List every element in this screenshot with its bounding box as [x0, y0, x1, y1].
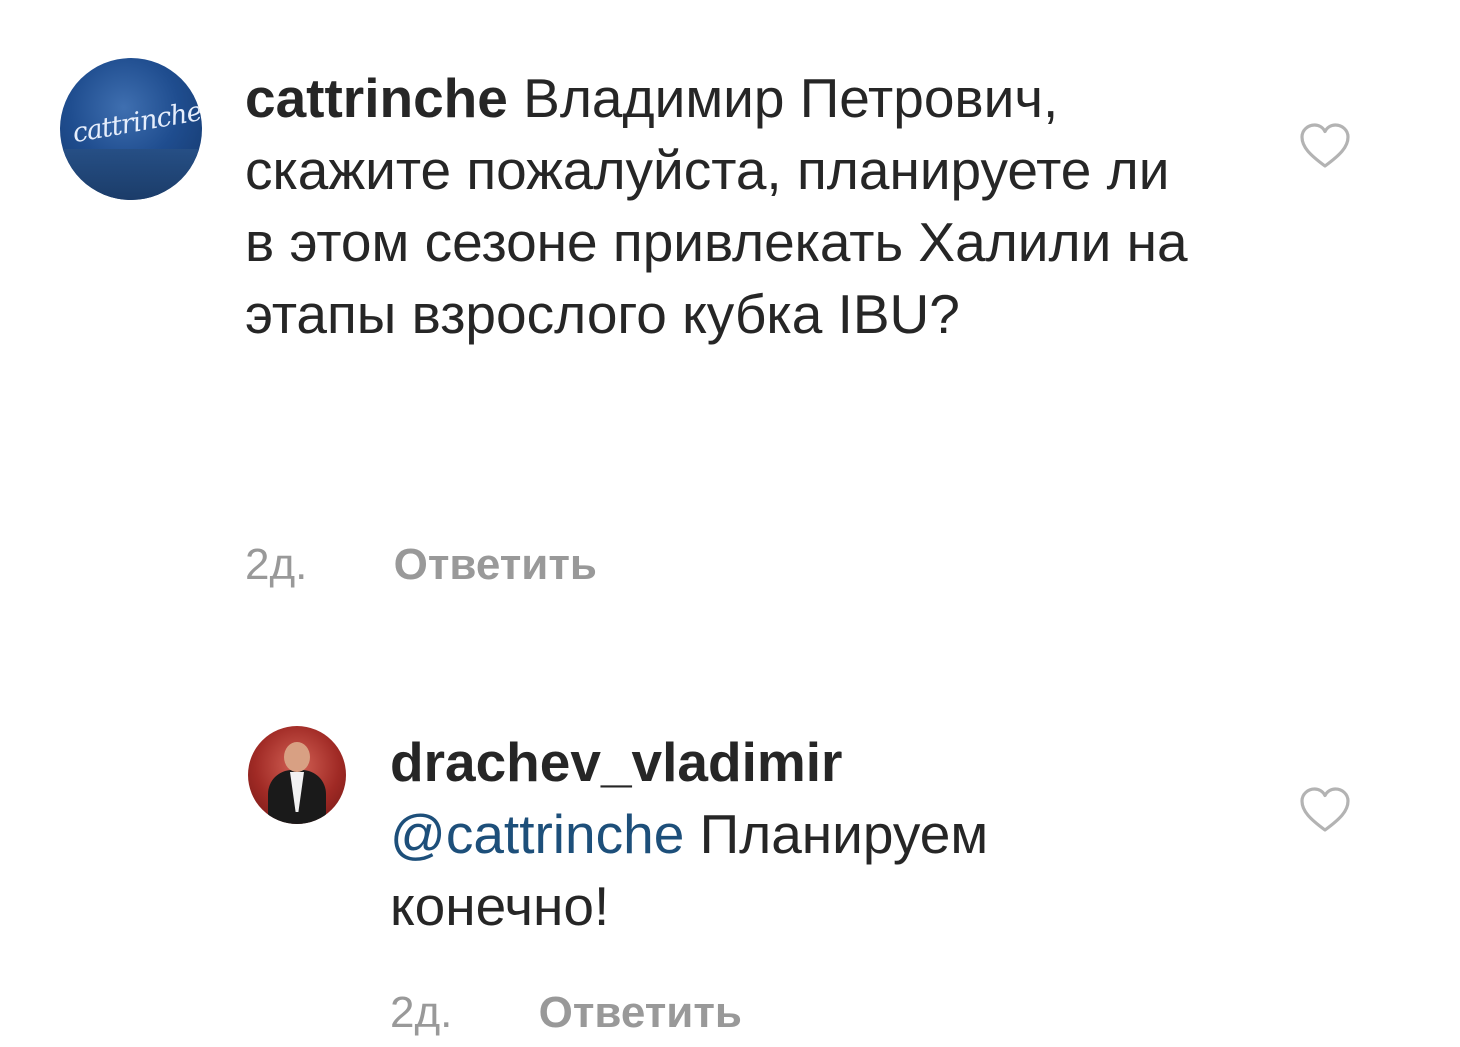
- comment-time: 2д.: [390, 988, 453, 1037]
- like-button[interactable]: [1298, 122, 1352, 170]
- avatar[interactable]: cattrinche: [60, 58, 202, 200]
- comment-meta: 2д. Ответить: [245, 540, 597, 590]
- avatar-person-head: [284, 742, 310, 772]
- reply-button[interactable]: Ответить: [539, 988, 742, 1038]
- avatar[interactable]: [248, 726, 346, 824]
- reply-button[interactable]: Ответить: [394, 540, 597, 590]
- comment-mention[interactable]: @cattrinche: [390, 803, 684, 865]
- comment-time: 2д.: [245, 540, 308, 589]
- comment-username[interactable]: drachev_vladimir: [390, 726, 1210, 798]
- comment-username[interactable]: cattrinche: [245, 67, 508, 129]
- comment-body: cattrinche Владимир Петрович, скажите по…: [245, 62, 1205, 350]
- avatar-logo-text: cattrinche: [70, 96, 202, 150]
- like-button[interactable]: [1298, 786, 1352, 834]
- avatar-sea: [60, 148, 202, 200]
- heart-outline-icon: [1300, 123, 1350, 168]
- comment-meta: 2д. Ответить: [390, 988, 742, 1038]
- heart-outline-icon: [1300, 787, 1350, 832]
- comment-body: drachev_vladimir @cattrinche Планируем к…: [390, 726, 1210, 942]
